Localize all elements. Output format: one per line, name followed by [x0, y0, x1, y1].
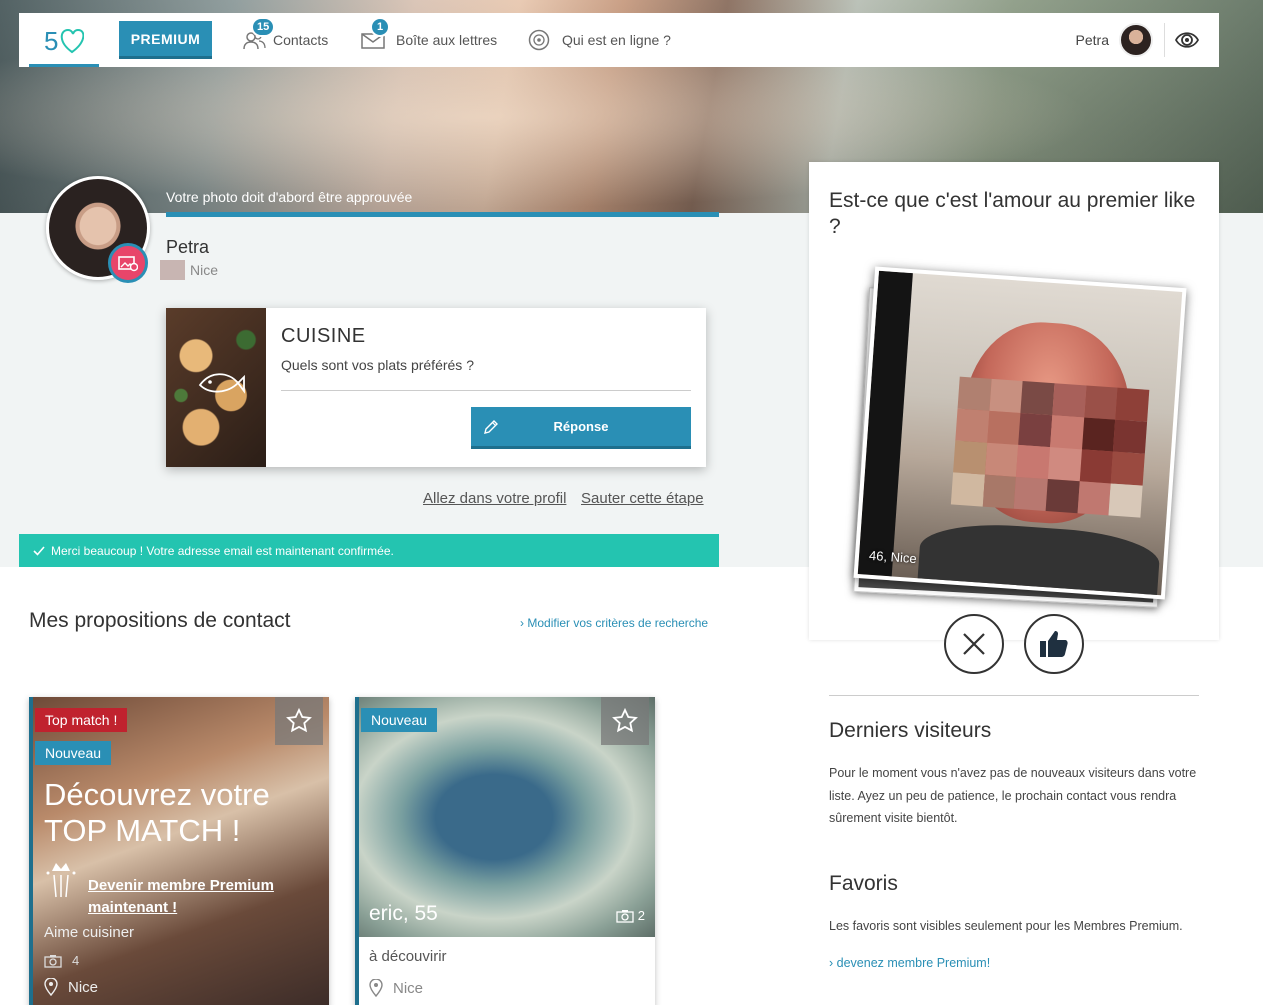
city-flag — [160, 260, 185, 280]
nav-contacts[interactable]: 15 Contacts — [241, 13, 328, 67]
contact-name-age: eric, 55 — [369, 902, 438, 925]
card-city-label: Nice — [393, 979, 424, 997]
favorite-star-button[interactable] — [601, 697, 649, 745]
mailbox-badge: 1 — [370, 17, 390, 37]
site-logo[interactable]: 5 — [29, 13, 99, 67]
card-city: Nice — [44, 978, 98, 996]
card-city: Nice — [369, 979, 423, 997]
reply-label: Réponse — [553, 419, 609, 434]
location-pin-icon — [369, 979, 383, 997]
eye-icon[interactable] — [1175, 29, 1199, 51]
user-name: Petra — [1075, 32, 1109, 48]
top-match-headline: Découvrez votre TOP MATCH ! — [44, 777, 270, 848]
star-icon — [612, 708, 638, 733]
like-panel: Est-ce que c'est l'amour au premier like… — [809, 162, 1219, 640]
thumbs-up-icon — [1040, 631, 1068, 657]
visitors-text: Pour le moment vous n'avez pas de nouvea… — [829, 766, 1197, 825]
card-city-label: Nice — [68, 978, 99, 996]
profile-name: Petra — [166, 237, 210, 257]
favorites-text: Les favoris sont visibles seulement pour… — [829, 919, 1183, 933]
become-premium-sidebar-link[interactable]: › devenez membre Premium! — [829, 956, 990, 970]
modify-criteria-label: Modifier vos critères de recherche — [527, 616, 709, 630]
camera-icon — [44, 954, 62, 968]
nav-online[interactable]: Qui est en ligne ? — [526, 13, 671, 67]
candidate-caption: 46, Nice — [868, 547, 918, 567]
camera-icon — [616, 909, 634, 923]
chevron-right-icon: › — [829, 956, 834, 970]
photo-approval-notice: Votre photo doit d'abord être approuvée — [166, 186, 719, 217]
become-premium-sidebar-label: devenez membre Premium! — [836, 956, 991, 970]
top-match-card[interactable]: Top match ! Nouveau Découvrez votre TOP … — [29, 697, 329, 1005]
top-match-tag: Top match ! — [35, 708, 128, 732]
question-text: Quels sont vos plats préférés ? — [281, 357, 474, 373]
contact-card-eric[interactable]: Nouveau eric, 55 2 à découvirir Nice — [355, 697, 655, 1005]
star-icon — [286, 708, 312, 733]
email-confirmed-text: Merci beaucoup ! Votre adresse email est… — [51, 543, 394, 558]
candidate-photo[interactable]: 46, Nice — [853, 266, 1187, 600]
photo-stack: 46, Nice — [849, 265, 1189, 608]
logo-icon: 5 — [44, 26, 84, 56]
photo-count: 4 — [44, 953, 79, 968]
photo-count-value: 2 — [637, 908, 645, 923]
chevron-right-icon: › — [520, 616, 524, 630]
interest-text: Aime cuisiner — [44, 924, 135, 941]
check-icon — [33, 545, 45, 556]
fish-icon — [198, 373, 245, 394]
profile-city: Nice — [190, 262, 219, 278]
radar-icon — [526, 29, 552, 51]
food-image — [166, 308, 266, 467]
location-pin-icon — [44, 978, 58, 996]
like-panel-title: Est-ce que c'est l'amour au premier like… — [829, 189, 1196, 238]
envelope-icon: 1 — [360, 17, 390, 51]
become-premium-link[interactable]: Devenir membre Premium maintenant ! — [88, 875, 298, 919]
modify-criteria-link[interactable]: › Modifier vos critères de recherche — [520, 616, 708, 630]
question-category: CUISINE — [281, 325, 366, 347]
like-button[interactable] — [1024, 614, 1084, 674]
new-tag: Nouveau — [35, 741, 112, 765]
close-icon — [963, 633, 985, 655]
question-card: CUISINE Quels sont vos plats préférés ? … — [166, 308, 706, 467]
contacts-icon: 15 — [241, 17, 276, 51]
favorites-title: Favoris — [829, 872, 898, 895]
nav-contacts-label: Contacts — [273, 32, 329, 48]
reply-button[interactable]: Réponse — [471, 407, 691, 449]
nav-mailbox[interactable]: 1 Boîte aux lettres — [360, 13, 497, 67]
user-menu[interactable]: Petra — [1076, 13, 1153, 67]
pencil-icon — [484, 420, 498, 434]
nav-mailbox-label: Boîte aux lettres — [396, 32, 498, 48]
premium-button[interactable]: PREMIUM — [119, 21, 212, 59]
photo-count-value: 4 — [72, 953, 80, 968]
contact-description: à découvirir — [369, 948, 447, 965]
email-confirmed-banner: Merci beaucoup ! Votre adresse email est… — [19, 534, 719, 567]
proposals-title: Mes propositions de contact — [29, 609, 291, 632]
nav-online-label: Qui est en ligne ? — [562, 32, 671, 48]
user-avatar — [1119, 23, 1153, 57]
nav-divider — [1164, 23, 1165, 57]
panel-divider — [829, 695, 1199, 696]
photo-count: 2 — [616, 908, 645, 923]
dislike-button[interactable] — [944, 614, 1004, 674]
answer-input-line[interactable] — [281, 390, 691, 391]
crown-icon — [46, 863, 76, 898]
new-tag: Nouveau — [361, 708, 438, 732]
svg-text:5: 5 — [44, 26, 58, 56]
go-to-profile-link[interactable]: Allez dans votre profil — [423, 490, 566, 507]
visitors-title: Derniers visiteurs — [829, 719, 992, 742]
top-navbar: 5 PREMIUM 15 Contacts 1 Boîte aux lettre… — [19, 13, 1219, 67]
skip-step-link[interactable]: Sauter cette étape — [581, 490, 704, 507]
contacts-badge: 15 — [251, 17, 276, 37]
photo-pending-icon[interactable] — [108, 243, 148, 283]
pixelated-face — [950, 376, 1150, 518]
favorite-star-button[interactable] — [275, 697, 323, 745]
